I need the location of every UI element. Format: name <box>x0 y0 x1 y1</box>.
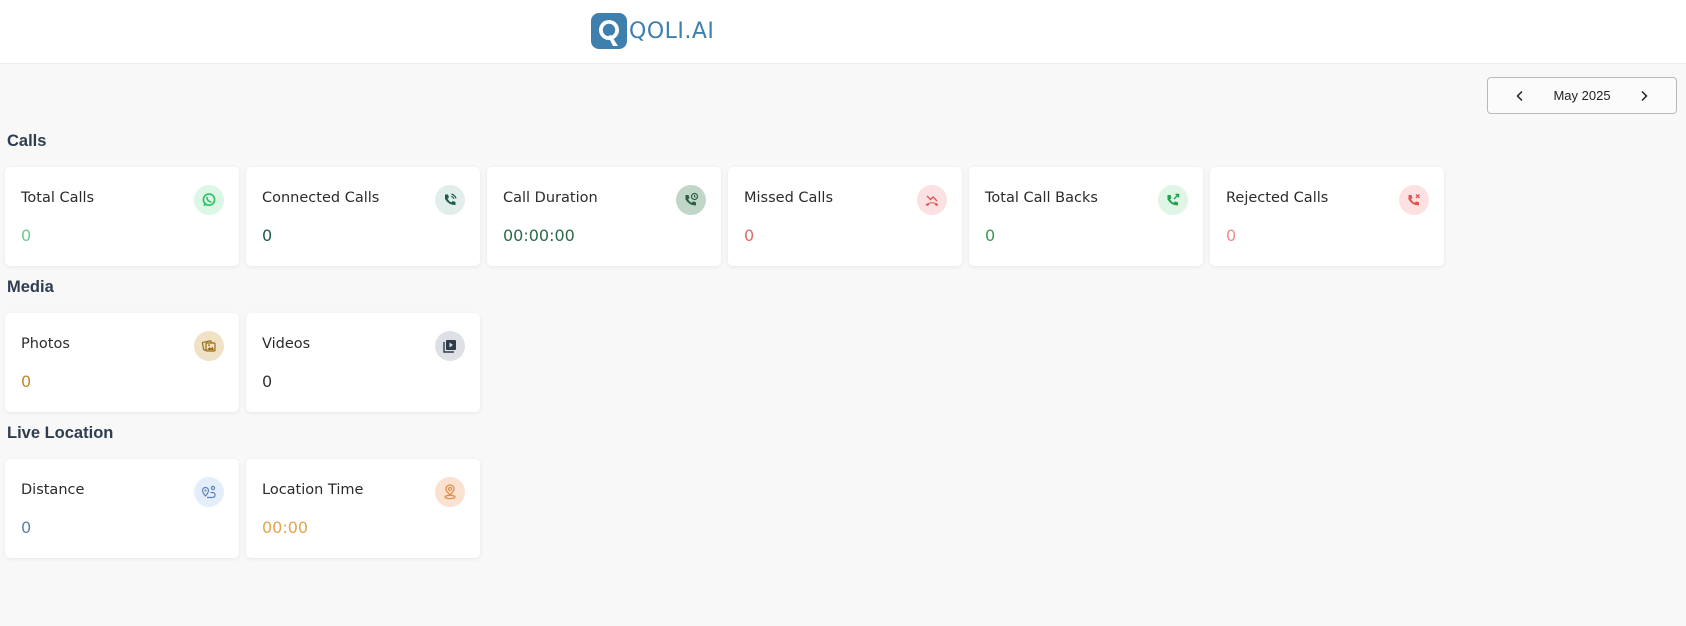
card-connected-calls[interactable]: Connected Calls 0 <box>246 167 480 266</box>
card-missed-calls[interactable]: Missed Calls 0 <box>728 167 962 266</box>
brand-name: QOLI.AI <box>629 19 715 44</box>
month-picker: May 2025 <box>1487 77 1677 114</box>
section-title-calls: Calls <box>7 132 47 150</box>
card-total-call-backs[interactable]: Total Call Backs 0 <box>969 167 1203 266</box>
previous-month-button[interactable] <box>1501 81 1539 111</box>
card-photos[interactable]: Photos 0 <box>5 313 239 412</box>
brand-logo[interactable]: QOLI.AI <box>591 13 714 50</box>
card-value: 0 <box>21 372 32 391</box>
card-value: 0 <box>21 518 32 537</box>
photos-icon <box>194 331 224 361</box>
card-title: Distance <box>21 482 85 498</box>
card-value: 0 <box>21 226 32 245</box>
qoli-logo-icon <box>591 13 627 49</box>
card-title: Total Calls <box>21 190 95 206</box>
phone-callback-icon <box>1158 185 1188 215</box>
card-videos[interactable]: Videos 0 <box>246 313 480 412</box>
card-title: Videos <box>262 336 311 352</box>
card-location-time[interactable]: Location Time 00:00 <box>246 459 480 558</box>
route-distance-icon <box>194 477 224 507</box>
card-title: Total Call Backs <box>985 190 1098 206</box>
card-call-duration[interactable]: Call Duration 00:00:00 <box>487 167 721 266</box>
card-value: 0 <box>262 372 273 391</box>
chevron-left-icon <box>1516 90 1523 101</box>
card-value: 0 <box>985 226 996 245</box>
card-total-calls[interactable]: Total Calls 0 <box>5 167 239 266</box>
card-title: Connected Calls <box>262 190 380 206</box>
section-title-live-location: Live Location <box>7 424 114 442</box>
phone-missed-icon <box>917 185 947 215</box>
card-value: 0 <box>1226 226 1237 245</box>
location-pin-icon <box>435 477 465 507</box>
whatsapp-icon <box>194 185 224 215</box>
top-bar: QOLI.AI <box>0 0 1686 64</box>
video-library-icon <box>435 331 465 361</box>
phone-clock-icon <box>676 185 706 215</box>
selected-month: May 2025 <box>1553 88 1611 103</box>
section-title-media: Media <box>7 278 54 296</box>
card-title: Photos <box>21 336 70 352</box>
card-title: Rejected Calls <box>1226 190 1329 206</box>
card-title: Call Duration <box>503 190 598 206</box>
card-distance[interactable]: Distance 0 <box>5 459 239 558</box>
card-value: 00:00 <box>262 518 309 537</box>
chevron-right-icon <box>1641 90 1648 101</box>
phone-rejected-icon <box>1399 185 1429 215</box>
card-title: Location Time <box>262 482 364 498</box>
card-value: 0 <box>262 226 273 245</box>
card-rejected-calls[interactable]: Rejected Calls 0 <box>1210 167 1444 266</box>
next-month-button[interactable] <box>1625 81 1663 111</box>
card-value: 00:00:00 <box>503 226 575 245</box>
phone-connected-icon <box>435 185 465 215</box>
card-title: Missed Calls <box>744 190 834 206</box>
card-value: 0 <box>744 226 755 245</box>
